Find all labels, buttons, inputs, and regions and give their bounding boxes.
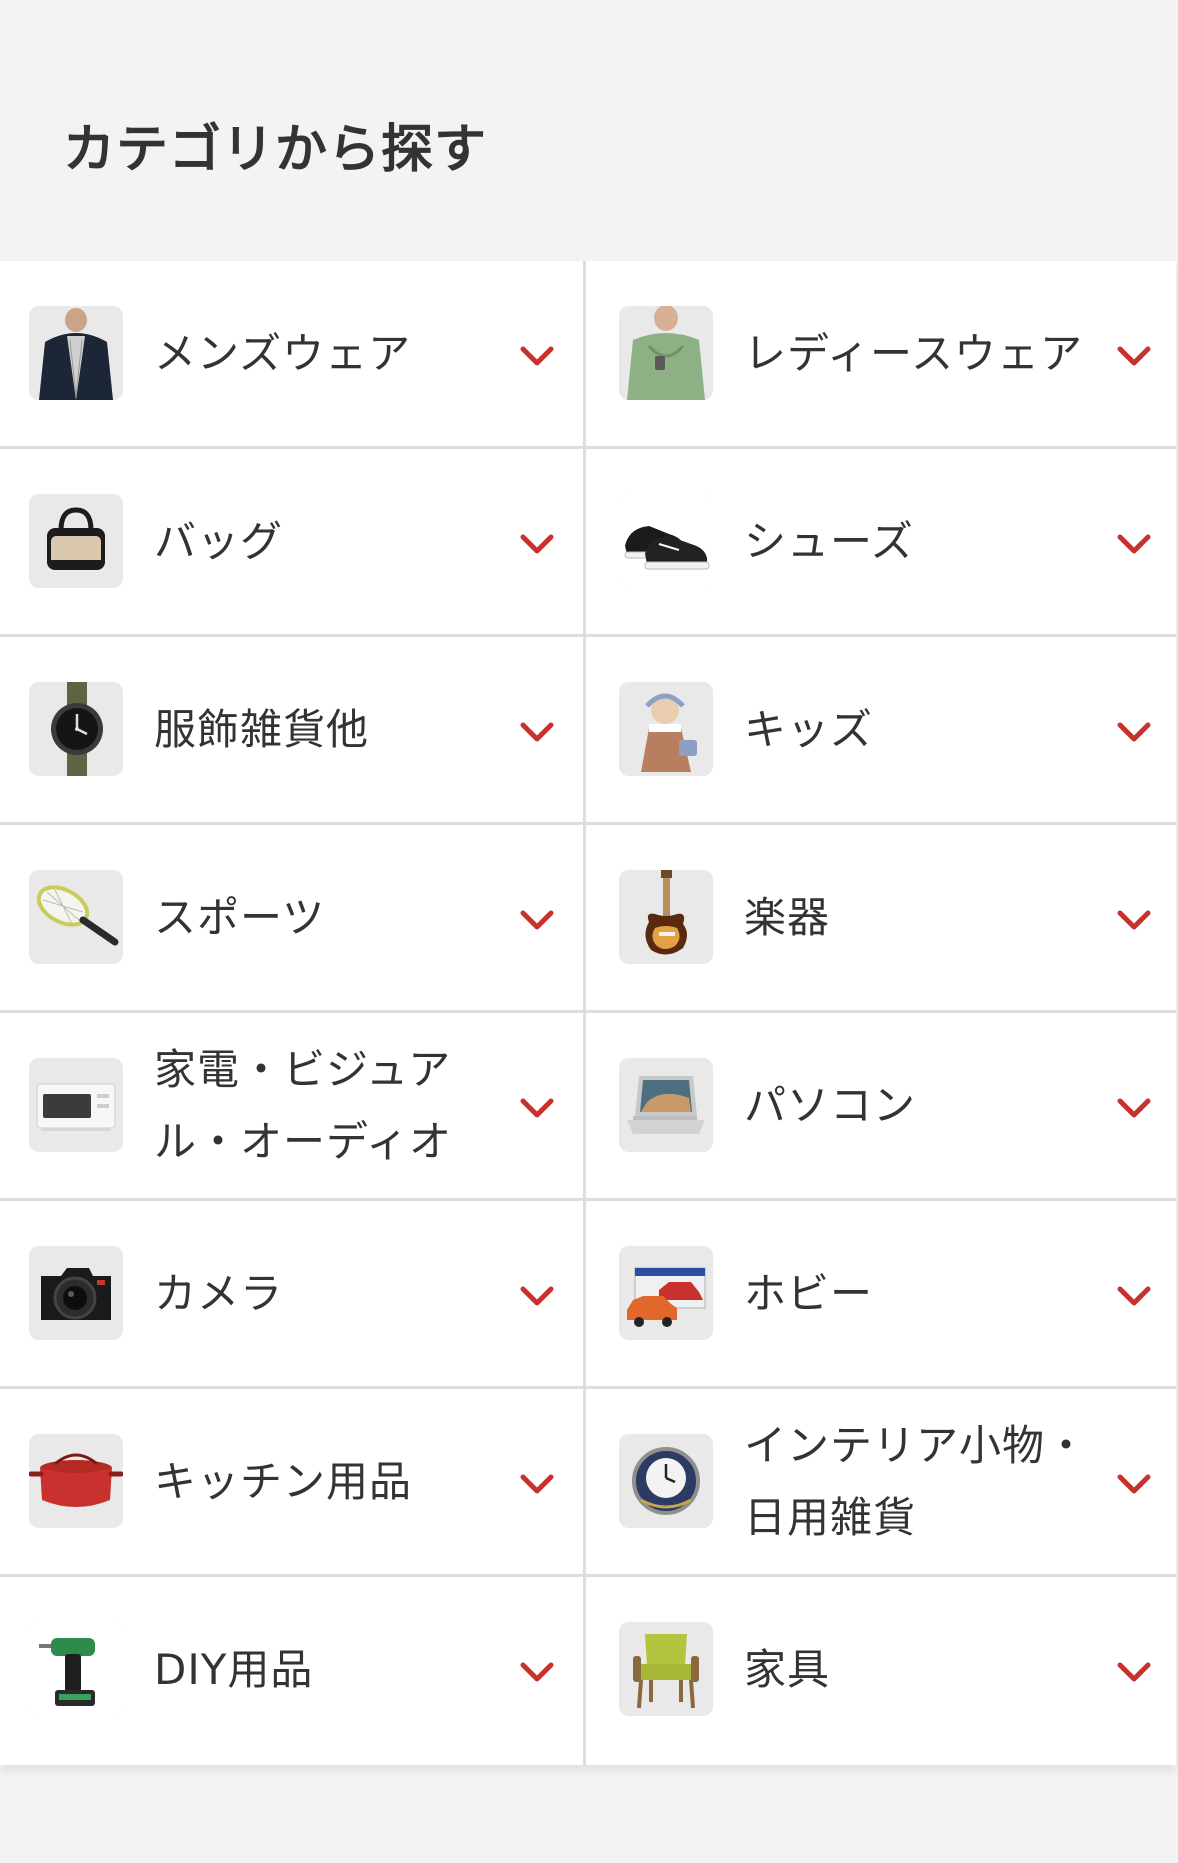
category-label: キッズ xyxy=(744,704,874,754)
chevron-down-icon[interactable] xyxy=(517,1281,557,1311)
category-label: インテリア小物・日用雑貨 xyxy=(744,1420,1089,1542)
wristwatch-icon xyxy=(29,682,123,776)
laptop-icon xyxy=(619,1058,713,1152)
category-item-home-appliances[interactable]: 家電・ビジュアル・オーディオ xyxy=(0,1013,586,1201)
armchair-icon xyxy=(619,1622,713,1716)
page-title: カテゴリから探す xyxy=(63,120,488,180)
power-drill-icon xyxy=(29,1622,123,1716)
category-label: 服飾雑貨他 xyxy=(154,704,370,754)
category-item-cameras[interactable]: カメラ xyxy=(0,1201,586,1389)
category-item-mens-wear[interactable]: メンズウェア xyxy=(0,261,586,449)
chevron-down-icon[interactable] xyxy=(1114,529,1154,559)
kids-doll-icon xyxy=(619,682,713,776)
category-label: キッチン用品 xyxy=(154,1456,413,1506)
category-item-diy[interactable]: DIY用品 xyxy=(0,1577,586,1765)
category-label: 楽器 xyxy=(744,892,831,942)
category-label: 家電・ビジュアル・オーディオ xyxy=(154,1044,453,1166)
category-item-shoes[interactable]: シューズ xyxy=(586,449,1176,637)
category-item-computers[interactable]: パソコン xyxy=(586,1013,1176,1201)
category-label: レディースウェア xyxy=(744,328,1083,378)
category-label: シューズ xyxy=(744,516,914,566)
cooking-pot-icon xyxy=(29,1434,123,1528)
chevron-down-icon[interactable] xyxy=(1114,1093,1154,1123)
category-label: カメラ xyxy=(154,1268,284,1318)
camera-icon xyxy=(29,1246,123,1340)
toy-car-icon xyxy=(619,1246,713,1340)
womens-jacket-icon xyxy=(619,306,713,400)
chevron-down-icon[interactable] xyxy=(517,717,557,747)
chevron-down-icon[interactable] xyxy=(1114,717,1154,747)
sneakers-icon xyxy=(619,494,713,588)
category-item-kitchen[interactable]: キッチン用品 xyxy=(0,1389,586,1577)
category-grid: メンズウェア レディースウェア バッグ シューズ 服飾雑貨他 キッズ スポーツ … xyxy=(0,261,1176,1765)
tennis-racket-icon xyxy=(29,870,123,964)
toaster-oven-icon xyxy=(29,1058,123,1152)
chevron-down-icon[interactable] xyxy=(517,529,557,559)
category-item-bags[interactable]: バッグ xyxy=(0,449,586,637)
category-item-kids[interactable]: キッズ xyxy=(586,637,1176,825)
category-label: バッグ xyxy=(154,516,284,566)
chevron-down-icon[interactable] xyxy=(1114,1469,1154,1499)
category-item-interior[interactable]: インテリア小物・日用雑貨 xyxy=(586,1389,1176,1577)
category-label: スポーツ xyxy=(154,892,326,942)
chevron-down-icon[interactable] xyxy=(517,1093,557,1123)
chevron-down-icon[interactable] xyxy=(1114,1657,1154,1687)
chevron-down-icon[interactable] xyxy=(1114,905,1154,935)
category-item-instruments[interactable]: 楽器 xyxy=(586,825,1176,1013)
category-label: ホビー xyxy=(744,1268,874,1318)
category-item-furniture[interactable]: 家具 xyxy=(586,1577,1176,1765)
chevron-down-icon[interactable] xyxy=(517,905,557,935)
category-label: DIY用品 xyxy=(154,1644,314,1694)
chevron-down-icon[interactable] xyxy=(517,1657,557,1687)
category-item-accessories[interactable]: 服飾雑貨他 xyxy=(0,637,586,825)
category-label: メンズウェア xyxy=(154,328,412,378)
category-label: 家具 xyxy=(744,1644,831,1694)
category-item-hobby[interactable]: ホビー xyxy=(586,1201,1176,1389)
chevron-down-icon[interactable] xyxy=(517,341,557,371)
bag-icon xyxy=(29,494,123,588)
chevron-down-icon[interactable] xyxy=(517,1469,557,1499)
category-label: パソコン xyxy=(744,1080,917,1130)
chevron-down-icon[interactable] xyxy=(1114,1281,1154,1311)
category-item-sports[interactable]: スポーツ xyxy=(0,825,586,1013)
chevron-down-icon[interactable] xyxy=(1114,341,1154,371)
electric-guitar-icon xyxy=(619,870,713,964)
mens-jacket-icon xyxy=(29,306,123,400)
category-item-womens-wear[interactable]: レディースウェア xyxy=(586,261,1176,449)
wall-clock-icon xyxy=(619,1434,713,1528)
